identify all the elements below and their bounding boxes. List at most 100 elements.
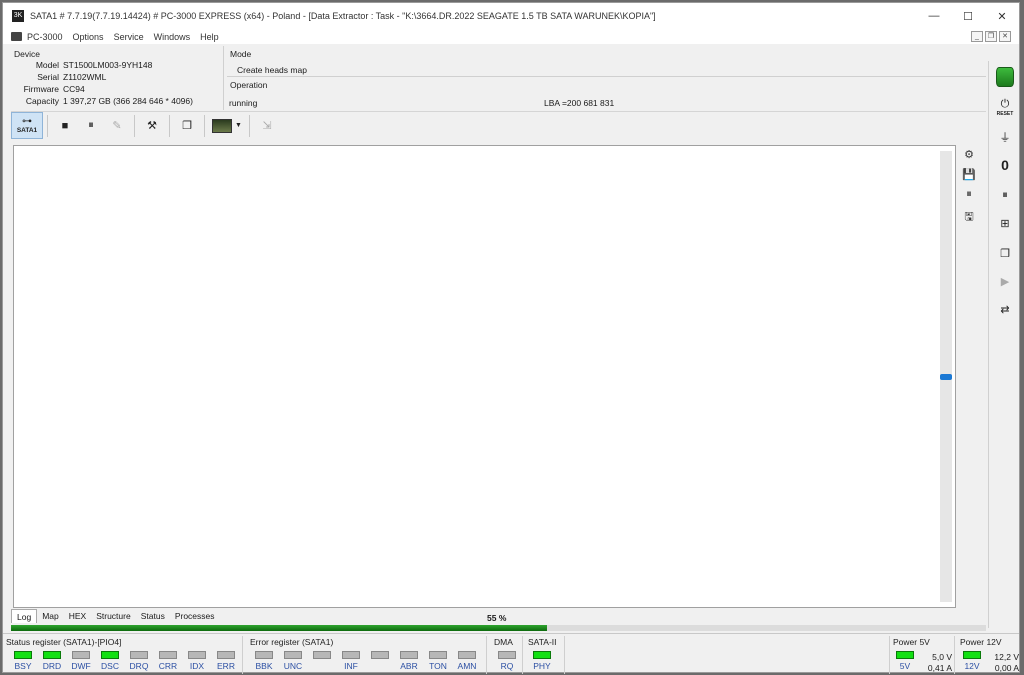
tab-hex[interactable]: HEX (64, 609, 91, 623)
close-button[interactable]: ✕ (985, 3, 1019, 29)
register-led (400, 651, 418, 659)
play-button[interactable]: ▶ (993, 269, 1017, 293)
cable-icon: ⊶ (22, 115, 32, 127)
power12-title: Power 12V (960, 637, 1002, 647)
menu-options[interactable]: Options (68, 32, 109, 42)
capacity-value: 1 397,27 GB (366 284 646 * 4096) (63, 96, 193, 106)
device-capacity-row: Capacity 1 397,27 GB (366 284 646 * 4096… (11, 96, 224, 108)
status-register-group: Status register (SATA1)-[PIO4] BSY DRD DWF… (3, 636, 243, 674)
menu-pc3000[interactable]: PC-3000 (22, 32, 68, 42)
toolbar-separator (47, 114, 48, 137)
phy-label: PHY (533, 661, 551, 671)
main-window: 3K SATA1 # 7.7.19(7.7.19.14424) # PC-300… (2, 2, 1020, 674)
register-flag-label: INF (344, 661, 358, 671)
image-preview-icon (212, 118, 233, 133)
edit-disabled-button[interactable]: ✎ (104, 113, 130, 139)
register-flag-label: TON (429, 661, 447, 671)
reset-button[interactable]: ⏻ RESET (993, 95, 1017, 119)
firmware-value: CC94 (63, 84, 85, 94)
device-title: Device (14, 49, 40, 59)
minimize-button[interactable]: — (917, 3, 951, 29)
register-flag-label: DRD (42, 661, 62, 671)
database-button[interactable] (993, 65, 1017, 89)
register-flag-label: AMN (457, 661, 477, 671)
register-led (14, 651, 32, 659)
power12-group: Power 12V 12V 12,2 V 0,00 A (957, 636, 1021, 674)
tab-log[interactable]: Log (11, 609, 38, 623)
tab-status[interactable]: Status (136, 609, 170, 623)
register-led (342, 651, 360, 659)
menu-help[interactable]: Help (195, 32, 224, 42)
bottom-tabs: Log Map HEX Structure Status Processes (11, 609, 511, 623)
progress-fill (11, 625, 548, 631)
status-registers: Status register (SATA1)-[PIO4] BSY DRD DWF… (3, 633, 1019, 674)
sata-port-button[interactable]: ⊶ SATA1 (11, 112, 43, 139)
register-led (371, 651, 389, 659)
connector-button[interactable]: ⇄ (993, 297, 1017, 321)
exit-disabled-button[interactable]: ⇲ (254, 113, 280, 139)
menu-service[interactable]: Service (109, 32, 149, 42)
power5-current: 0,41 A (927, 663, 952, 673)
pcb-button[interactable]: ⊞ (993, 211, 1017, 235)
pause-icon[interactable]: ⏸ (958, 188, 980, 206)
register-flag-label: ABR (400, 661, 418, 671)
device-firmware-row: Firmware CC94 (11, 84, 224, 96)
register-led (284, 651, 302, 659)
tab-structure[interactable]: Structure (91, 609, 136, 623)
register-flag-label: DSC (101, 661, 119, 671)
mdi-restore-button[interactable]: ❐ (985, 31, 997, 42)
mdi-minimize-button[interactable]: _ (971, 31, 983, 42)
model-label: Model (35, 60, 59, 70)
operation-title: Operation (230, 80, 268, 90)
right-tool-panel: ⏻ RESET ⏚ 0 ⏸ ⊞ ❐ ▶ ⇄ (988, 61, 1020, 628)
windows-button[interactable]: ❐ (174, 113, 200, 139)
register-led (130, 651, 148, 659)
operation-divider (227, 76, 986, 77)
menu-windows[interactable]: Windows (149, 32, 196, 42)
dma-rq-label: RQ (500, 661, 514, 671)
register-flag-label: DWF (71, 661, 91, 671)
toolbar-separator (169, 114, 170, 137)
pause-side-button[interactable]: ⏸ (993, 183, 1017, 207)
power-button[interactable]: ⏚ (993, 125, 1017, 149)
power12-voltage: 12,2 V (994, 652, 1019, 662)
capacity-label: Capacity (25, 96, 59, 106)
register-led (188, 651, 206, 659)
register-led (429, 651, 447, 659)
tab-map[interactable]: Map (37, 609, 64, 623)
mdi-controls: _ ❐ ✕ (971, 31, 1011, 42)
settings-icon[interactable]: ⚙ (958, 148, 980, 166)
dma-group: DMA RQ (491, 636, 523, 674)
register-flag-label: CRR (158, 661, 178, 671)
progress-label: 55 % (487, 613, 507, 623)
register-flag-label: BBK (255, 661, 273, 671)
device-panel: Device Model ST1500LM003-9YH148 Serial Z… (11, 46, 224, 110)
operation-status: running (229, 98, 258, 108)
image-dropdown-button[interactable]: ▼ (209, 113, 245, 139)
tab-processes[interactable]: Processes (170, 609, 220, 623)
register-led (255, 651, 273, 659)
toolbar-separator (204, 114, 205, 137)
copy-button[interactable]: ❐ (993, 241, 1017, 265)
power5-voltage: 5,0 V (932, 652, 952, 662)
mdi-close-button[interactable]: ✕ (999, 31, 1011, 42)
error-register-title: Error register (SATA1) (250, 637, 334, 647)
log-content-area[interactable] (13, 145, 956, 608)
sata-port-label: SATA1 (16, 126, 38, 134)
operation-lba: LBA =200 681 831 (544, 98, 615, 108)
stop-button[interactable]: ■ (52, 113, 78, 139)
register-led (72, 651, 90, 659)
mode-value: Create heads map (237, 65, 307, 75)
register-flag-label: BSY (14, 661, 32, 671)
menu-bar: PC-3000 Options Service Windows Help (3, 29, 1019, 44)
pause-button[interactable]: ⏸ (78, 113, 104, 139)
scroll-thumb[interactable] (940, 374, 952, 380)
save-icon[interactable]: 💾 (958, 168, 980, 186)
maximize-button[interactable]: ☐ (951, 3, 985, 29)
tools-button[interactable]: ⚒ (139, 113, 165, 139)
phy-led (533, 651, 551, 659)
reset-icon: ⏻ (1000, 97, 1010, 110)
save-as-icon[interactable]: 🖫 (958, 208, 980, 226)
zero-button[interactable]: 0 (993, 153, 1017, 177)
serial-label: Serial (37, 72, 59, 82)
